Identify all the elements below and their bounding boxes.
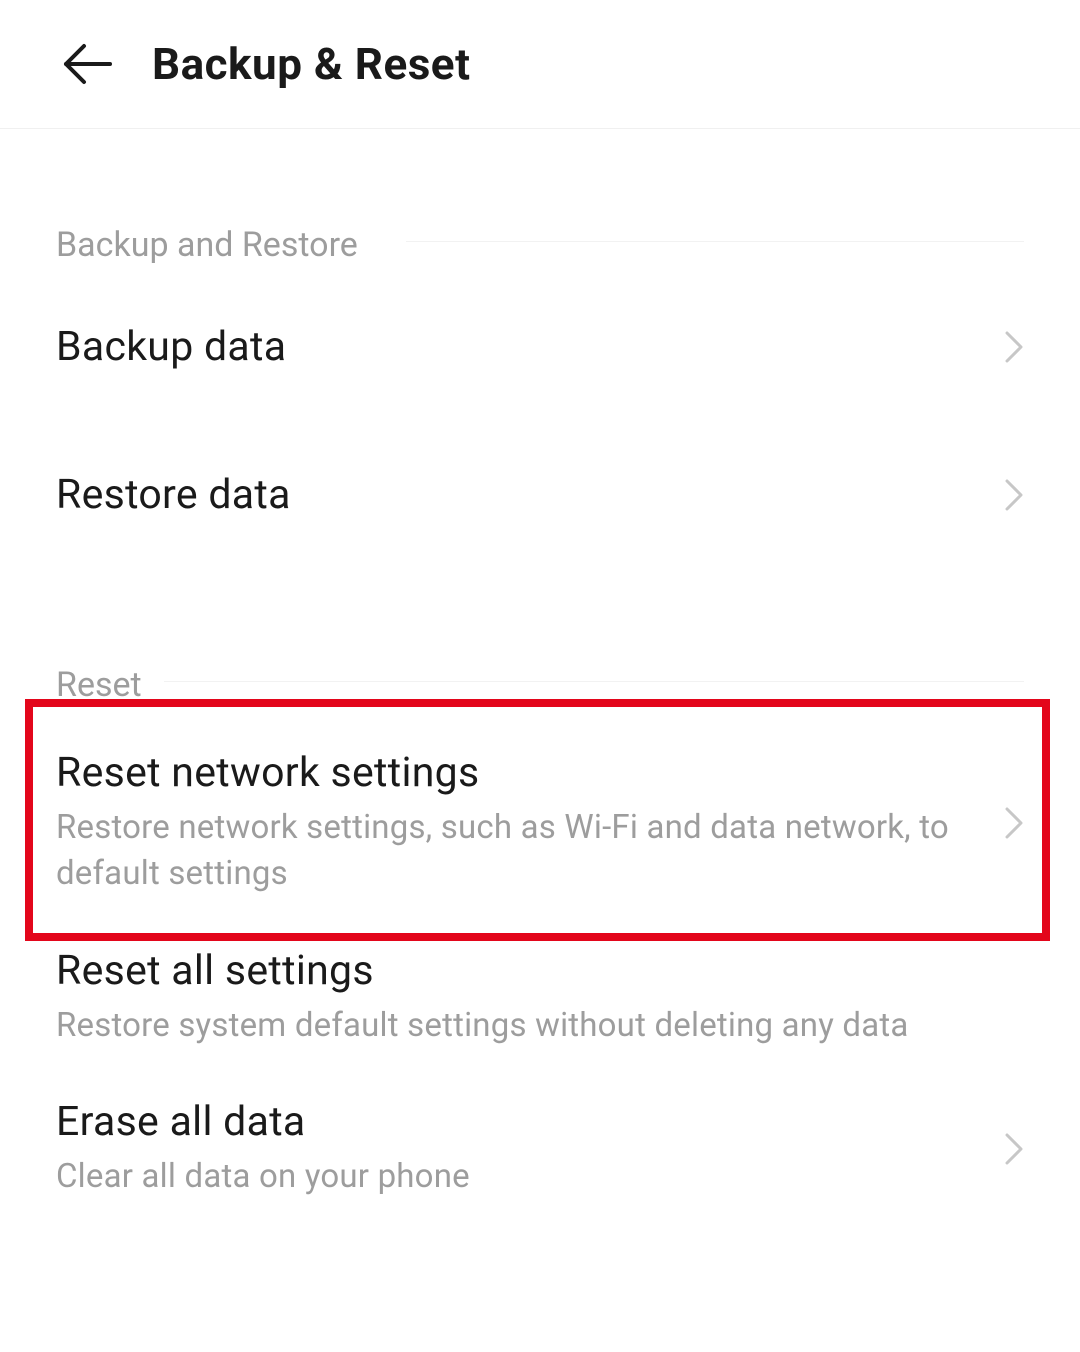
list-item-erase-all-data[interactable]: Erase all data Clear all data on your ph… — [56, 1074, 1024, 1224]
header-bar: Backup & Reset — [0, 0, 1080, 129]
list-item-body: Restore data — [56, 471, 1004, 519]
chevron-right-icon — [1004, 330, 1024, 364]
section-header-reset: Reset — [56, 569, 1024, 713]
list-item-reset-network-settings[interactable]: Reset network settings Restore network s… — [56, 713, 1024, 923]
chevron-right-icon — [1004, 1132, 1024, 1166]
list-item-body: Erase all data Clear all data on your ph… — [56, 1098, 1004, 1200]
chevron-right-icon — [1004, 806, 1024, 840]
page-title: Backup & Reset — [152, 38, 470, 90]
list-item-body: Reset network settings Restore network s… — [56, 749, 1004, 897]
list-item-backup-data[interactable]: Backup data — [56, 273, 1024, 421]
list-item-title: Backup data — [56, 323, 992, 371]
list-item-reset-all-settings[interactable]: Reset all settings Restore system defaul… — [56, 923, 1024, 1073]
list-item-restore-data[interactable]: Restore data — [56, 421, 1024, 569]
list-item-subtitle: Restore system default settings without … — [56, 1003, 1012, 1049]
list-item-title: Reset network settings — [56, 749, 992, 797]
list-item-subtitle: Clear all data on your phone — [56, 1154, 992, 1200]
list-item-title: Restore data — [56, 471, 992, 519]
list-item-title: Reset all settings — [56, 947, 1012, 995]
list-item-body: Backup data — [56, 323, 1004, 371]
content-area: Backup and Restore Backup data Restore d… — [0, 129, 1080, 1224]
back-arrow-icon[interactable] — [62, 42, 114, 86]
chevron-right-icon — [1004, 478, 1024, 512]
list-item-title: Erase all data — [56, 1098, 992, 1146]
list-item-body: Reset all settings Restore system defaul… — [56, 947, 1024, 1049]
section-header-backup-restore: Backup and Restore — [56, 129, 1024, 273]
list-item-subtitle: Restore network settings, such as Wi-Fi … — [56, 805, 992, 897]
